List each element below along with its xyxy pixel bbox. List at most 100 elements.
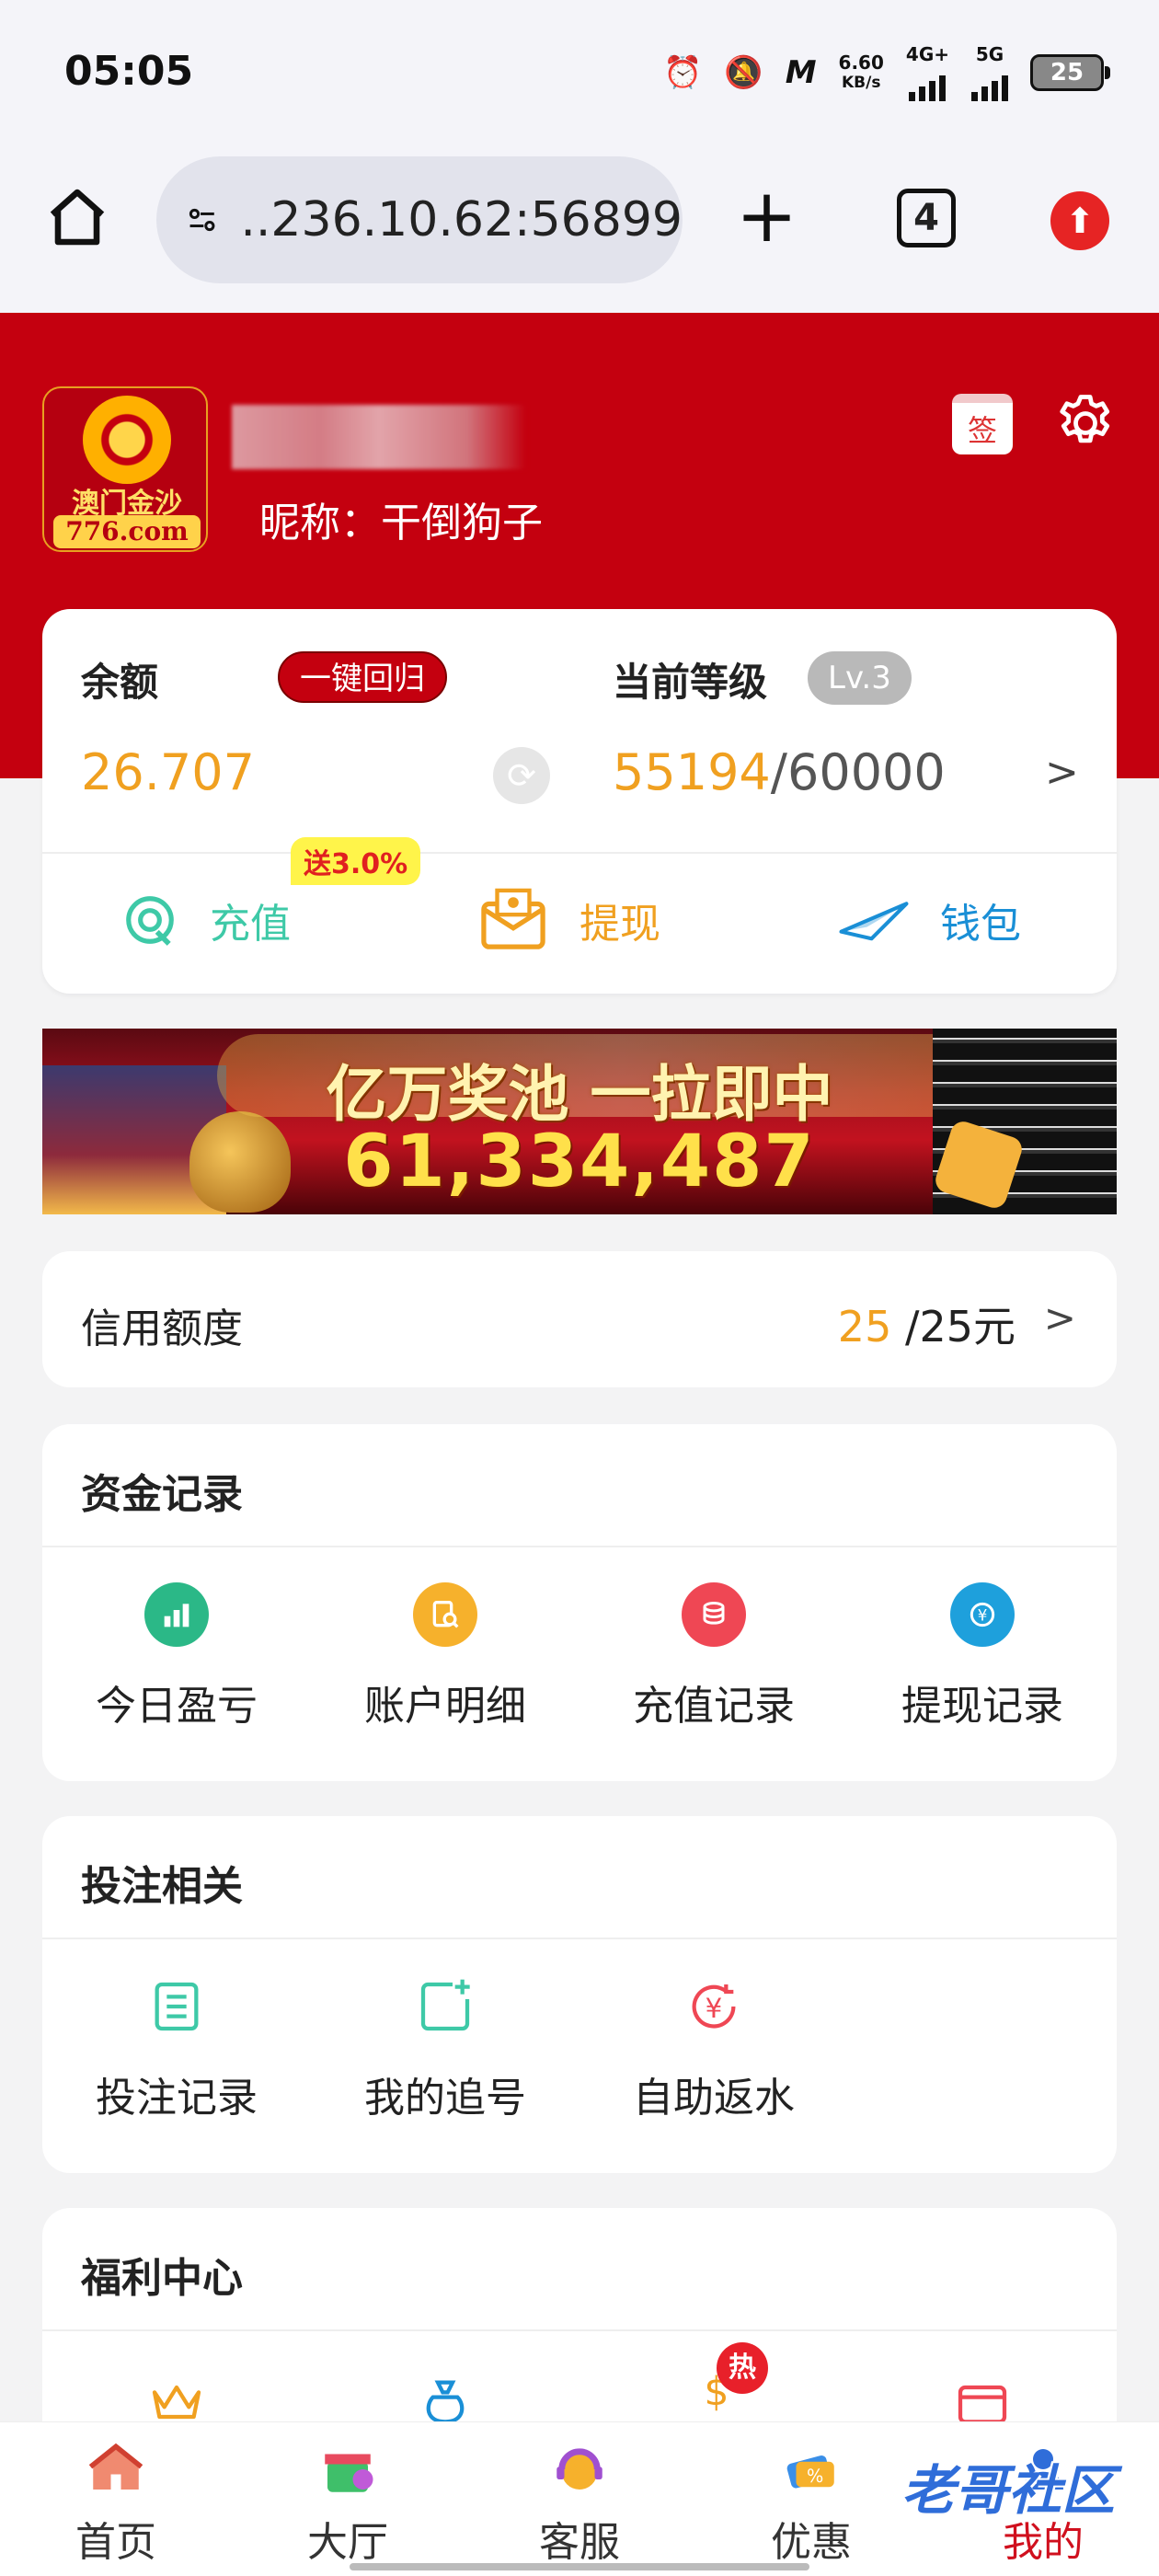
gear-icon[interactable] [1052, 390, 1119, 456]
nickname: 昵称：干倒狗子 [259, 500, 543, 546]
recharge-button[interactable]: 充值 [121, 874, 291, 966]
withdraw-button[interactable]: 提现 [478, 874, 660, 966]
credit-label: 信用额度 [81, 1305, 243, 1352]
divider [42, 1938, 1117, 1939]
nav-promo[interactable]: % 优惠 [695, 2422, 927, 2576]
brand-logo: 澳门金沙 776.com [42, 386, 208, 552]
divider [42, 2329, 1117, 2331]
envelope-money-icon [481, 888, 545, 949]
new-tab-button[interactable]: + [736, 179, 798, 253]
nav-label: 优惠 [771, 2519, 852, 2566]
nav-label: 客服 [539, 2519, 620, 2566]
item-label: 账户明细 [364, 1683, 526, 1730]
mute-bell-icon: 🔕 [724, 54, 763, 91]
battery-level: 25 [1050, 59, 1084, 86]
funds-record-section: 资金记录 今日盈亏 账户明细 充值记录 ¥ 提现记录 [42, 1424, 1117, 1781]
logo-sun-icon [83, 396, 171, 484]
signal-4g: 4G+ [906, 44, 949, 101]
update-arrow-icon[interactable]: ⬆ [1050, 191, 1109, 250]
credit-value: 25 /25元 [838, 1294, 1016, 1354]
balance-value: 26.707 [81, 743, 255, 801]
yen-cycle-icon: ¥ [950, 1582, 1015, 1647]
signal-bars-icon [909, 64, 947, 101]
blurred-username [232, 405, 526, 469]
svg-text:¥: ¥ [978, 1607, 988, 1625]
item-label: 自助返水 [633, 2075, 795, 2122]
net-speed-unit: KB/s [841, 74, 881, 92]
net-speed-value: 6.60 [838, 52, 884, 74]
dollar-icon: $ 热 [682, 2342, 768, 2415]
net-speed: 6.60 KB/s [839, 52, 884, 93]
item-label: 投注记录 [96, 2075, 258, 2122]
signal-5g: 5G [971, 44, 1008, 101]
bar-chart-icon [144, 1582, 209, 1647]
recharge-icon [126, 896, 174, 946]
level-arrow-icon[interactable]: > [1045, 749, 1079, 796]
home-indicator[interactable] [350, 2563, 809, 2570]
level-label: 当前等级 [613, 660, 768, 705]
home-icon[interactable] [44, 184, 110, 250]
jackpot-amount: 61,334,487 [343, 1121, 816, 1203]
nav-label: 大厅 [307, 2519, 388, 2566]
logo-domain: 776.com [53, 515, 201, 548]
my-chase-item[interactable]: 我的追号 [311, 1974, 580, 2123]
today-profit-item[interactable]: 今日盈亏 [42, 1582, 311, 1731]
account-detail-item[interactable]: 账户明细 [311, 1582, 580, 1731]
net2-label: 5G [975, 43, 1004, 65]
divider [42, 1546, 1117, 1547]
chevron-right-icon: > [1043, 1295, 1076, 1340]
item-label: 今日盈亏 [96, 1683, 258, 1730]
credit-limit-row[interactable]: 信用额度 25 /25元 > [42, 1251, 1117, 1387]
tab-count-button[interactable]: 4 [897, 189, 956, 247]
bet-record-item[interactable]: 投注记录 [42, 1974, 311, 2123]
site-settings-icon[interactable] [184, 194, 220, 246]
nav-home[interactable]: 首页 [0, 2422, 232, 2576]
svg-text:%: % [807, 2466, 823, 2487]
one-click-recall-button[interactable]: 一键回归 [278, 651, 447, 703]
self-rebate-item[interactable]: ¥ 自助返水 [580, 1974, 848, 2123]
item-label: 我的追号 [364, 2075, 526, 2122]
status-icons: ⏰ 🔕 M 6.60 KB/s 4G+ 5G 25 [663, 44, 1110, 101]
url-text[interactable]: ..236.10.62:56899 [240, 192, 683, 247]
paper-plane-icon [839, 902, 909, 941]
wallet-label: 钱包 [940, 901, 1021, 948]
recharge-record-item[interactable]: 充值记录 [580, 1582, 848, 1731]
sign-label: 签 [967, 413, 997, 448]
net1-label: 4G+ [905, 43, 949, 65]
credit-total: /25元 [891, 1302, 1016, 1351]
address-bar[interactable]: ..236.10.62:56899 [156, 156, 683, 283]
document-search-icon [413, 1582, 477, 1647]
recharge-label: 充值 [210, 901, 291, 948]
alarm-icon: ⏰ [663, 54, 703, 91]
credit-current: 25 [837, 1302, 892, 1351]
sign-in-calendar-icon[interactable]: 签 [952, 394, 1013, 454]
balance-card: 余额 一键回归 26.707 ⟳ 当前等级 Lv.3 55194/60000 >… [42, 609, 1117, 994]
balance-label: 余额 [81, 660, 159, 705]
coupon-icon: % [786, 2455, 834, 2489]
betting-section: 投注相关 投注记录 我的追号 ¥ 自助返水 [42, 1816, 1117, 2173]
level-current: 55194 [613, 743, 771, 801]
section-title: 资金记录 [81, 1471, 243, 1518]
withdraw-label: 提现 [580, 901, 660, 948]
wallet-button[interactable]: 钱包 [839, 874, 1021, 966]
signal-bars-icon [971, 64, 1008, 101]
jackpot-banner[interactable]: 亿万奖池 一拉即中 61,334,487 [42, 1029, 1117, 1214]
level-badge: Lv.3 [808, 651, 912, 705]
refresh-icon[interactable]: ⟳ [493, 747, 550, 804]
battery-icon: 25 [1030, 54, 1110, 91]
watermark-text: 老哥社区 [901, 2459, 1116, 2522]
svg-text:¥: ¥ [706, 1993, 723, 2024]
withdraw-record-item[interactable]: ¥ 提现记录 [848, 1582, 1117, 1731]
level-progress[interactable]: 55194/60000 [613, 743, 946, 801]
item-label: 提现记录 [901, 1683, 1063, 1730]
signal-logo-icon: M [785, 54, 817, 91]
list-icon [144, 1974, 209, 2039]
recharge-bonus-badge: 送3.0% [291, 837, 421, 885]
hot-badge: 热 [717, 2342, 768, 2394]
nav-service[interactable]: 客服 [464, 2422, 695, 2576]
welfare-item-hot[interactable]: $ 热 [580, 2342, 848, 2415]
nav-lobby[interactable]: 大厅 [232, 2422, 464, 2576]
gift-icon [325, 2454, 373, 2492]
item-label: 充值记录 [633, 1683, 795, 1730]
coins-icon [682, 1582, 746, 1647]
